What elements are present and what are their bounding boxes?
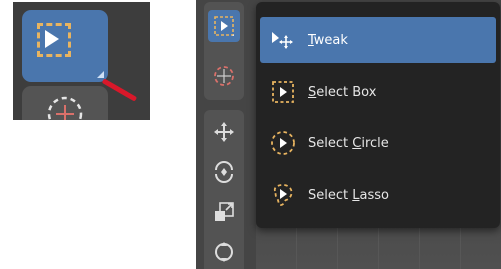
cursor-arrow-icon — [45, 30, 59, 48]
toolbar-transform-button[interactable] — [208, 236, 240, 268]
tool-submenu-indicator[interactable] — [97, 71, 104, 78]
menu-item-select-lasso[interactable]: Select Lasso — [260, 172, 496, 218]
mnemonic: L — [352, 187, 360, 203]
menu-item-select-box[interactable]: Select Box — [260, 69, 496, 115]
tool-shelf — [204, 0, 244, 269]
viewport-screenshot: Tweak Select Box Select Circle Select La… — [196, 0, 501, 269]
select-box-tool-button[interactable] — [22, 10, 108, 82]
menu-item-select-circle[interactable]: Select Circle — [260, 120, 496, 166]
select-tool-group — [204, 2, 244, 100]
select-circle-icon — [268, 128, 298, 158]
select-box-icon — [268, 77, 298, 107]
menu-item-tweak[interactable]: Tweak — [260, 17, 496, 63]
toolbar-rotate-button[interactable] — [208, 156, 240, 188]
cursor-icon — [214, 66, 234, 86]
toolbar-select-box-button[interactable] — [208, 10, 240, 42]
toolbar-scale-button[interactable] — [208, 196, 240, 228]
rotate-icon — [215, 161, 233, 183]
select-lasso-icon — [268, 180, 298, 210]
select-tool-popup-menu: Tweak Select Box Select Circle Select La… — [256, 2, 500, 228]
mnemonic: C — [352, 135, 362, 151]
move-icon — [214, 122, 234, 142]
scale-icon — [215, 202, 234, 221]
toolbar-cursor-button[interactable] — [208, 60, 240, 92]
select-box-icon — [214, 16, 234, 36]
select-circle-icon — [47, 96, 83, 120]
zoomed-toolbar-view — [13, 2, 150, 120]
transform-icon — [215, 242, 233, 262]
transform-tool-group — [204, 110, 244, 269]
select-circle-tool-button[interactable] — [22, 86, 108, 120]
tweak-icon — [268, 25, 298, 55]
toolbar-move-button[interactable] — [208, 116, 240, 148]
